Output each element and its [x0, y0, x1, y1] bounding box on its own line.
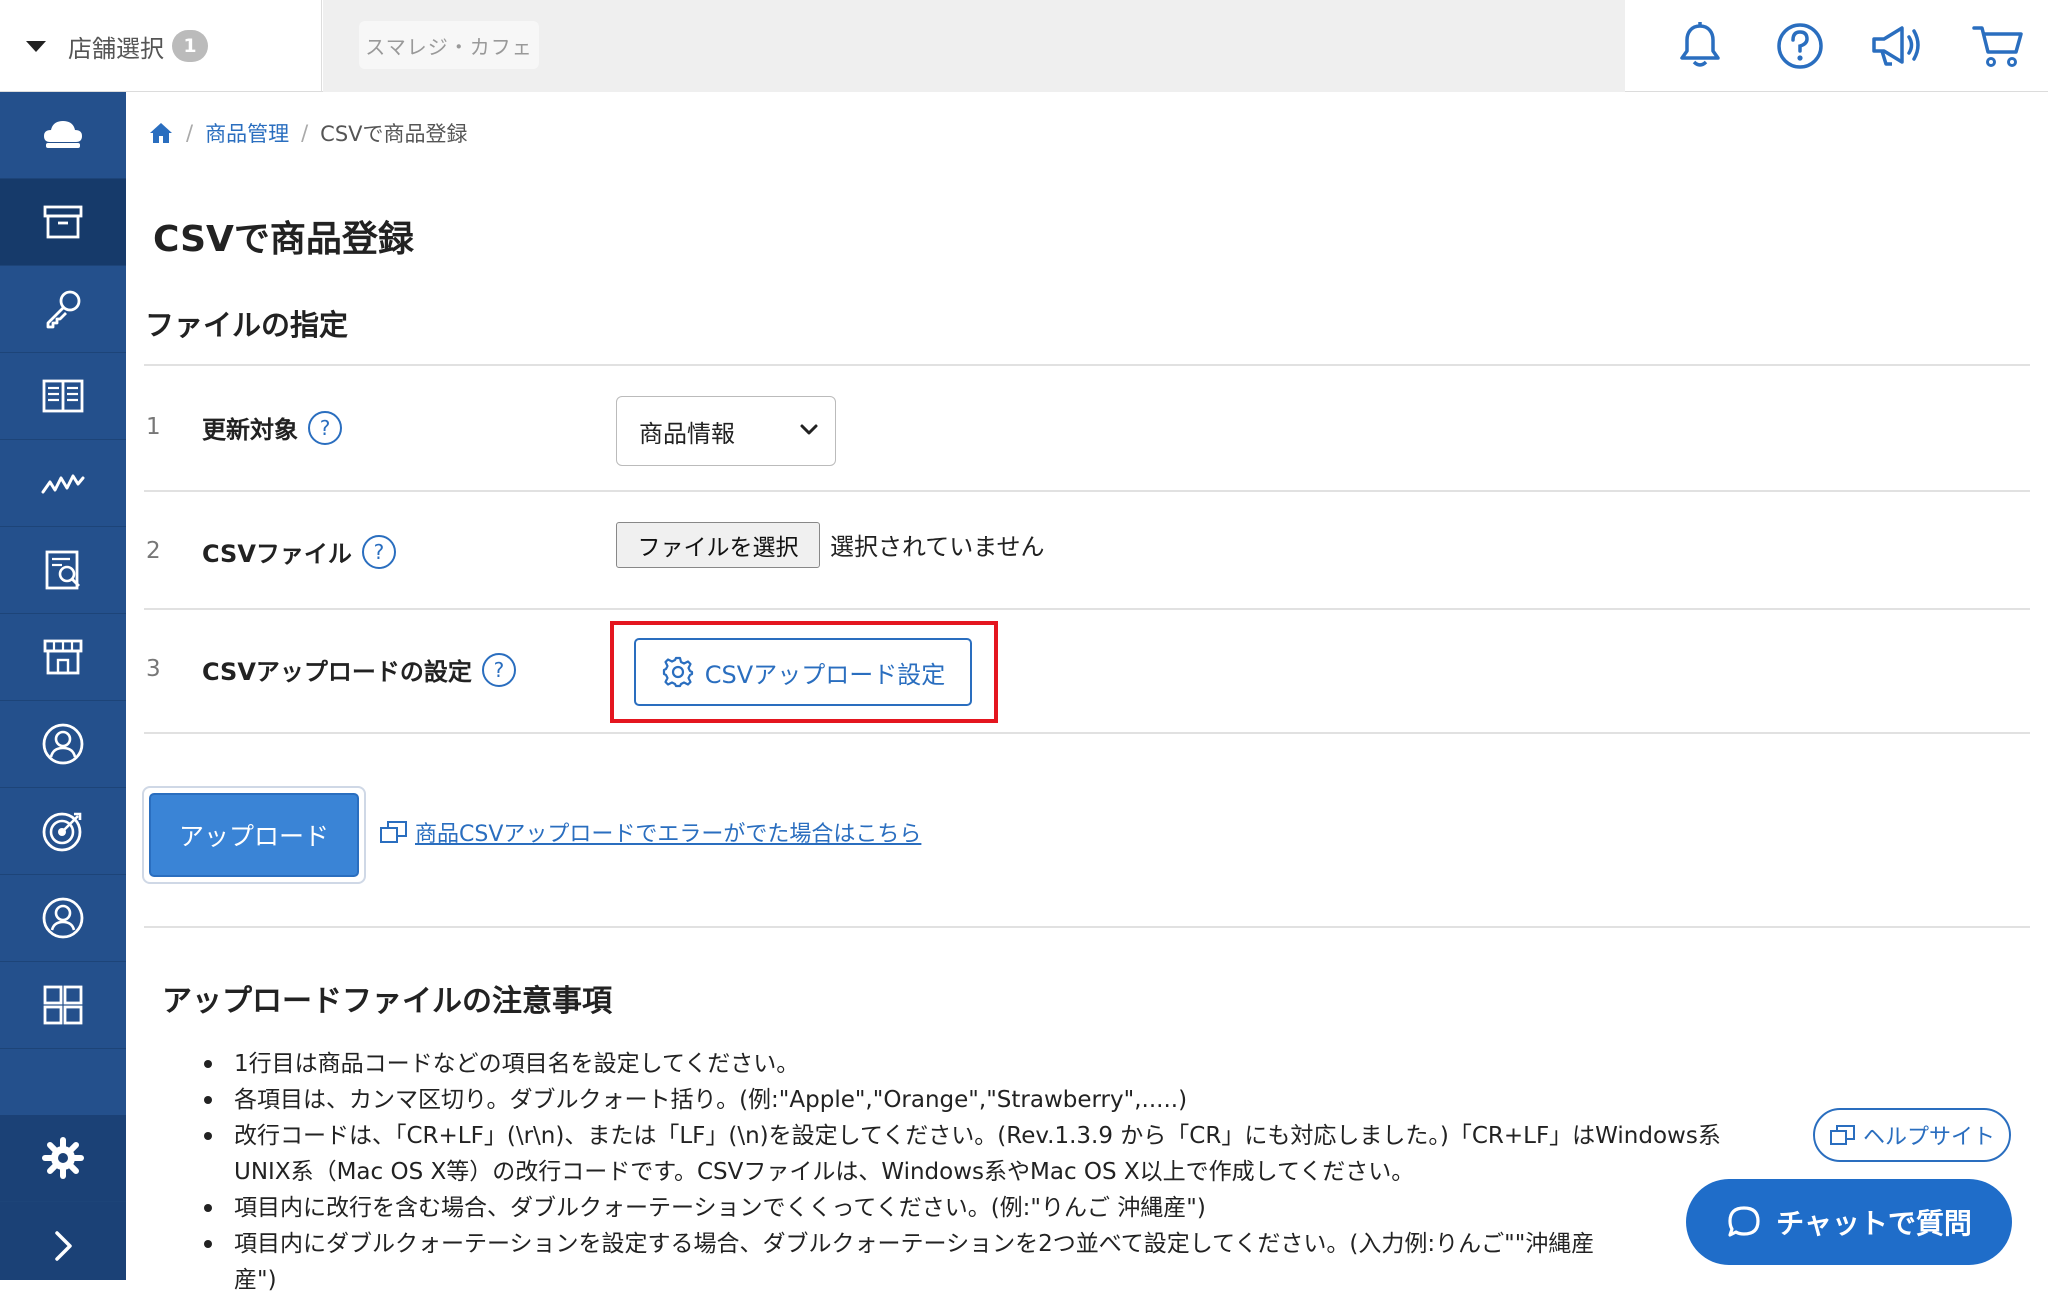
sidebar-item-settings[interactable] — [0, 1115, 126, 1202]
row-label-csv-settings: CSVアップロードの設定 ? — [202, 652, 516, 687]
top-bar: 店舗選択 1 スマレジ・カフェ — [0, 0, 2048, 92]
row-label-csv-file: CSVファイル ? — [202, 534, 396, 569]
help-question-icon[interactable]: ? — [481, 652, 516, 687]
gear-icon — [42, 1137, 84, 1179]
help-site-button[interactable]: ヘルプサイト — [1813, 1108, 2011, 1162]
sidebar-item-store[interactable] — [0, 614, 126, 701]
megaphone-icon[interactable] — [1868, 18, 1924, 74]
chart-line-icon — [41, 474, 85, 494]
update-target-select[interactable]: 商品情報 — [616, 396, 836, 466]
cart-icon[interactable] — [1970, 18, 2026, 74]
list-item: 項目内にダブルクォーテーションを設定する場合、ダブルクォーテーションを2つ並べて… — [204, 1226, 1934, 1298]
bell-icon[interactable] — [1672, 18, 1728, 74]
help-question-icon[interactable]: ? — [361, 534, 396, 569]
breadcrumb: / 商品管理 / CSVで商品登録 — [148, 118, 468, 148]
sidebar-bottom — [0, 1115, 126, 1280]
sidebar-item-home[interactable] — [0, 92, 126, 179]
sidebar-item-reports[interactable] — [0, 527, 126, 614]
sidebar — [0, 92, 126, 1280]
row-number: 3 — [146, 656, 161, 682]
chevron-right-icon — [55, 1230, 72, 1261]
list-item: 各項目は、カンマ区切り。ダブルクォート括り。(例:"Apple","Orange… — [204, 1082, 1934, 1118]
help-question-icon[interactable]: ? — [308, 410, 342, 445]
file-status-text: 選択されていません — [830, 533, 1045, 561]
sidebar-expand-button[interactable] — [0, 1202, 126, 1289]
csv-upload-settings-label: CSVアップロード設定 — [704, 660, 946, 689]
caret-down-icon — [26, 40, 46, 52]
chat-question-label: チャットで質問 — [1776, 1207, 1972, 1240]
notes-list: 1行目は商品コードなどの項目名を設定してください。 各項目は、カンマ区切り。ダブ… — [204, 1046, 1934, 1298]
row-label-text: 更新対象 — [202, 416, 298, 444]
notes-title: アップロードファイルの注意事項 — [162, 984, 612, 1019]
sidebar-item-customers[interactable] — [0, 701, 126, 788]
divider — [144, 926, 2030, 928]
csv-upload-settings-button[interactable]: CSVアップロード設定 — [634, 638, 972, 706]
breadcrumb-link-products[interactable]: 商品管理 — [205, 118, 289, 148]
upload-button-focus-ring: アップロード — [142, 786, 366, 884]
help-site-label: ヘルプサイト — [1862, 1125, 1995, 1150]
list-item: 項目内に改行を含む場合、ダブルクォーテーションでくくってください。(例:"りんご… — [204, 1190, 1934, 1226]
note-text: 項目内にダブルクォーテーションを設定する場合、ダブルクォーテーションを2つ並べて… — [234, 1231, 1595, 1257]
breadcrumb-separator: / — [301, 121, 309, 145]
divider — [144, 732, 2030, 734]
note-text-continued: UNIX系（Mac OS X等）の改行コードです。CSVファイルは、Window… — [234, 1159, 1415, 1185]
row-label-target: 更新対象 ? — [202, 410, 342, 445]
main-content: / 商品管理 / CSVで商品登録 CSVで商品登録 ファイルの指定 1 更新対… — [126, 92, 2048, 1293]
list-item: 1行目は商品コードなどの項目名を設定してください。 — [204, 1046, 1934, 1082]
upload-button[interactable]: アップロード — [149, 793, 359, 877]
store-select-dropdown[interactable]: 店舗選択 1 — [0, 0, 322, 92]
divider — [144, 490, 2030, 492]
shop-area: スマレジ・カフェ — [323, 0, 1625, 92]
sidebar-item-analytics[interactable] — [0, 440, 126, 527]
sidebar-item-staff[interactable] — [0, 875, 126, 962]
external-link-icon — [380, 821, 407, 843]
row-label-text: CSVファイル — [202, 540, 352, 568]
report-icon — [45, 550, 80, 590]
sidebar-item-keys[interactable] — [0, 266, 126, 353]
external-link-icon — [1829, 1125, 1855, 1145]
grid-icon — [43, 985, 83, 1025]
cloud-home-icon — [44, 121, 82, 148]
note-text-continued: 産") — [234, 1267, 277, 1293]
csv-error-help-link[interactable]: 商品CSVアップロードでエラーがでた場合はこちら — [379, 816, 921, 848]
choose-file-button[interactable]: ファイルを選択 — [616, 522, 820, 568]
list-item: 改行コードは、「CR+LF」(\r\n)、または「LF」(\n)を設定してくださ… — [204, 1118, 1934, 1190]
help-circle-icon[interactable] — [1772, 18, 1828, 74]
store-select-label: 店舗選択 — [68, 34, 164, 63]
section-title: ファイルの指定 — [145, 308, 349, 342]
row-number: 2 — [146, 538, 161, 564]
breadcrumb-separator: / — [186, 121, 194, 145]
row-number: 1 — [146, 414, 161, 440]
row-label-text: CSVアップロードの設定 — [202, 658, 472, 686]
page-title: CSVで商品登録 — [153, 219, 414, 260]
chat-bubble-icon — [1728, 1206, 1760, 1237]
shop-name-chip[interactable]: スマレジ・カフェ — [359, 21, 539, 69]
note-text: 各項目は、カンマ区切り。ダブルクォート括り。(例:"Apple","Orange… — [234, 1087, 1188, 1113]
chevron-down-icon — [800, 424, 818, 435]
note-text: 改行コードは、「CR+LF」(\r\n)、または「LF」(\n)を設定してくださ… — [234, 1123, 1721, 1149]
divider — [144, 364, 2030, 366]
sidebar-item-products[interactable] — [0, 179, 126, 266]
user-circle-icon — [42, 723, 84, 765]
breadcrumb-current: CSVで商品登録 — [320, 122, 468, 146]
archive-box-icon — [43, 205, 83, 239]
store-count-badge: 1 — [172, 30, 208, 62]
book-icon — [42, 379, 84, 413]
home-icon[interactable] — [148, 121, 174, 145]
store-icon — [43, 639, 83, 675]
note-text: 1行目は商品コードなどの項目名を設定してください。 — [234, 1051, 800, 1077]
sidebar-item-apps[interactable] — [0, 962, 126, 1049]
sidebar-item-book[interactable] — [0, 353, 126, 440]
user-icon — [42, 897, 84, 939]
key-icon — [46, 290, 81, 329]
csv-error-help-link-text: 商品CSVアップロードでエラーがでた場合はこちら — [415, 822, 922, 847]
target-icon — [42, 812, 82, 852]
note-text: 項目内に改行を含む場合、ダブルクォーテーションでくくってください。(例:"りんご… — [234, 1195, 1206, 1221]
gear-icon — [662, 656, 693, 688]
select-value: 商品情報 — [639, 419, 735, 448]
chat-question-button[interactable]: チャットで質問 — [1686, 1179, 2012, 1265]
divider — [144, 608, 2030, 610]
sidebar-item-target[interactable] — [0, 788, 126, 875]
